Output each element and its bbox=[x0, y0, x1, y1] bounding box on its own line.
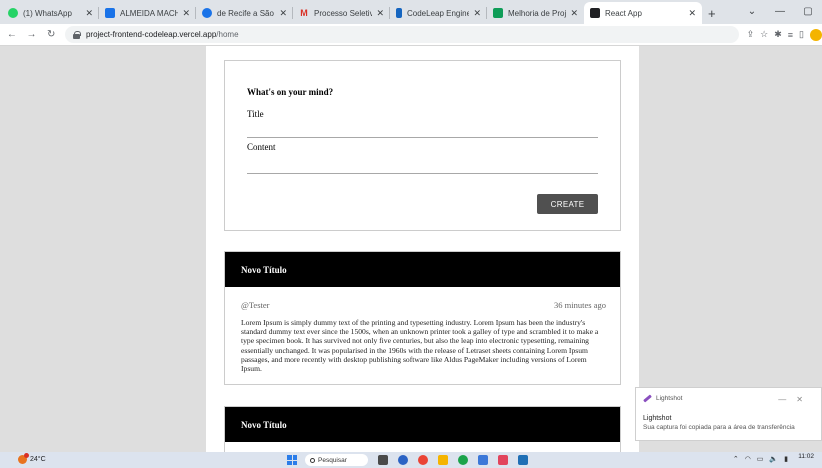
toast-app: Lightshot bbox=[656, 395, 683, 402]
title-input[interactable] bbox=[247, 137, 598, 138]
close-icon[interactable]: ✕ bbox=[796, 395, 813, 404]
chevron-down-icon[interactable]: ⌄ bbox=[738, 6, 766, 17]
windows-start-icon[interactable] bbox=[287, 455, 297, 465]
create-button[interactable]: CREATE bbox=[537, 194, 598, 214]
title-label: Title bbox=[247, 109, 264, 119]
weather-widget[interactable]: 24°C bbox=[18, 453, 46, 464]
tab-processo[interactable]: M Processo Seletivo Co: ✕ bbox=[293, 2, 390, 24]
minimize-icon[interactable]: — bbox=[778, 395, 796, 404]
display-icon[interactable]: ▭ bbox=[757, 455, 764, 463]
gmail-icon: M bbox=[300, 8, 308, 18]
tab-label: CodeLeap Engineerin bbox=[407, 8, 470, 18]
globe-icon bbox=[202, 8, 212, 18]
new-tab-button[interactable]: + bbox=[702, 2, 722, 24]
maximize-icon[interactable]: ▢ bbox=[794, 6, 822, 17]
react-icon bbox=[590, 8, 600, 18]
file-explorer-icon[interactable] bbox=[438, 455, 448, 465]
post-card: Novo Título bbox=[224, 406, 621, 452]
tab-label: ALMEIDA MACHADO bbox=[120, 8, 179, 18]
taskbar-clock[interactable]: 11:02 bbox=[798, 453, 814, 460]
extensions-icon[interactable]: ✱ bbox=[774, 29, 782, 40]
window-controls: ⌄ — ▢ bbox=[738, 0, 822, 22]
reload-icon[interactable]: ↻ bbox=[43, 29, 59, 40]
create-post-form: What's on your mind? Title Content CREAT… bbox=[224, 60, 621, 231]
share-icon[interactable]: ⇪ bbox=[747, 29, 755, 40]
browser-tab-strip: (1) WhatsApp ✕ ALMEIDA MACHADO ✕ de Reci… bbox=[0, 0, 822, 24]
content-label: Content bbox=[247, 142, 276, 152]
page-icon bbox=[493, 8, 503, 18]
main-column: What's on your mind? Title Content CREAT… bbox=[206, 46, 639, 452]
tab-label: React App bbox=[605, 8, 642, 18]
search-label: Pesquisar bbox=[318, 456, 347, 464]
weather-temp: 24°C bbox=[30, 456, 46, 463]
address-bar: ← → ↻ project-frontend-codeleap.vercel.a… bbox=[0, 24, 822, 46]
app-icon[interactable] bbox=[478, 455, 488, 465]
tab-react-app[interactable]: React App ✕ bbox=[584, 2, 702, 24]
tab-recife[interactable]: de Recife a São Paulo ✕ bbox=[196, 2, 293, 24]
close-icon[interactable]: ✕ bbox=[182, 8, 190, 19]
url-path: /home bbox=[216, 30, 239, 39]
system-tray: ⌃ ◠ ▭ 🔈 ▮ bbox=[733, 455, 788, 463]
sidebar-icon[interactable]: ▯ bbox=[799, 29, 804, 40]
minimize-icon[interactable]: — bbox=[766, 6, 794, 17]
tab-label: de Recife a São Paulo bbox=[217, 8, 275, 18]
toast-controls: —✕ bbox=[778, 395, 813, 404]
chrome-icon[interactable] bbox=[418, 455, 428, 465]
browser-app-icon[interactable] bbox=[398, 455, 408, 465]
tab-codeleap[interactable]: CodeLeap Engineerin ✕ bbox=[390, 2, 487, 24]
forward-arrow-icon[interactable]: → bbox=[24, 29, 40, 40]
pen-icon bbox=[643, 394, 652, 403]
document-icon bbox=[105, 8, 115, 18]
whatsapp-icon bbox=[8, 8, 18, 18]
close-icon[interactable]: ✕ bbox=[376, 8, 384, 19]
tab-label: Processo Seletivo Co: bbox=[314, 8, 373, 18]
content-input[interactable] bbox=[247, 173, 598, 174]
toast-header: Lightshot bbox=[643, 394, 683, 403]
close-icon[interactable]: ✕ bbox=[570, 8, 578, 19]
url-field[interactable]: project-frontend-codeleap.vercel.app/hom… bbox=[64, 26, 739, 43]
browser-toolbar: ⇪ ☆ ✱ ≡ ▯ bbox=[747, 28, 822, 41]
lock-icon bbox=[72, 30, 81, 39]
back-arrow-icon[interactable]: ← bbox=[4, 29, 20, 40]
spotify-icon[interactable] bbox=[458, 455, 468, 465]
post-time: 36 minutes ago bbox=[554, 300, 606, 310]
volume-icon[interactable]: 🔈 bbox=[769, 455, 778, 463]
profile-avatar[interactable] bbox=[809, 28, 822, 41]
chevron-up-icon[interactable]: ⌃ bbox=[733, 455, 739, 463]
close-icon[interactable]: ✕ bbox=[279, 8, 287, 19]
post-meta: @Tester 36 minutes ago bbox=[225, 287, 620, 310]
app-icon[interactable] bbox=[498, 455, 508, 465]
close-icon[interactable]: ✕ bbox=[85, 8, 93, 19]
search-icon bbox=[310, 457, 315, 463]
post-body: Lorem Ipsum is simply dummy text of the … bbox=[241, 318, 599, 374]
star-icon[interactable]: ☆ bbox=[760, 29, 768, 40]
close-icon[interactable]: ✕ bbox=[473, 8, 481, 19]
wifi-icon[interactable]: ◠ bbox=[745, 455, 751, 463]
tab-label: (1) WhatsApp bbox=[23, 8, 72, 18]
taskbar: 24°C Pesquisar ⌃ ◠ ▭ 🔈 ▮ 11:02 bbox=[0, 452, 822, 468]
post-card: Novo Título @Tester 36 minutes ago Lorem… bbox=[224, 251, 621, 385]
taskbar-search[interactable]: Pesquisar bbox=[305, 454, 368, 466]
battery-icon[interactable]: ▮ bbox=[784, 455, 788, 463]
vscode-icon[interactable] bbox=[518, 455, 528, 465]
url-host: project-frontend-codeleap.vercel.app bbox=[85, 30, 217, 39]
tab-almeida[interactable]: ALMEIDA MACHADO ✕ bbox=[99, 2, 196, 24]
notification-toast[interactable]: Lightshot —✕ Lightshot Sua captura foi c… bbox=[635, 387, 822, 441]
toast-message: Sua captura foi copiada para a área de t… bbox=[643, 424, 795, 431]
post-title: Novo Título bbox=[225, 252, 620, 287]
tab-label: Melhoria de Projeto bbox=[508, 8, 566, 18]
toast-title: Lightshot bbox=[643, 415, 672, 422]
post-author: @Tester bbox=[241, 300, 270, 310]
tab-melhoria[interactable]: Melhoria de Projeto ✕ bbox=[487, 2, 584, 24]
reading-list-icon[interactable]: ≡ bbox=[788, 30, 793, 40]
close-icon[interactable]: ✕ bbox=[688, 8, 696, 19]
form-title: What's on your mind? bbox=[247, 87, 334, 97]
weather-icon bbox=[18, 453, 29, 464]
tab-whatsapp[interactable]: (1) WhatsApp ✕ bbox=[2, 2, 99, 24]
post-title: Novo Título bbox=[225, 407, 620, 442]
task-view-icon[interactable] bbox=[378, 455, 388, 465]
bookmark-icon bbox=[396, 8, 402, 18]
